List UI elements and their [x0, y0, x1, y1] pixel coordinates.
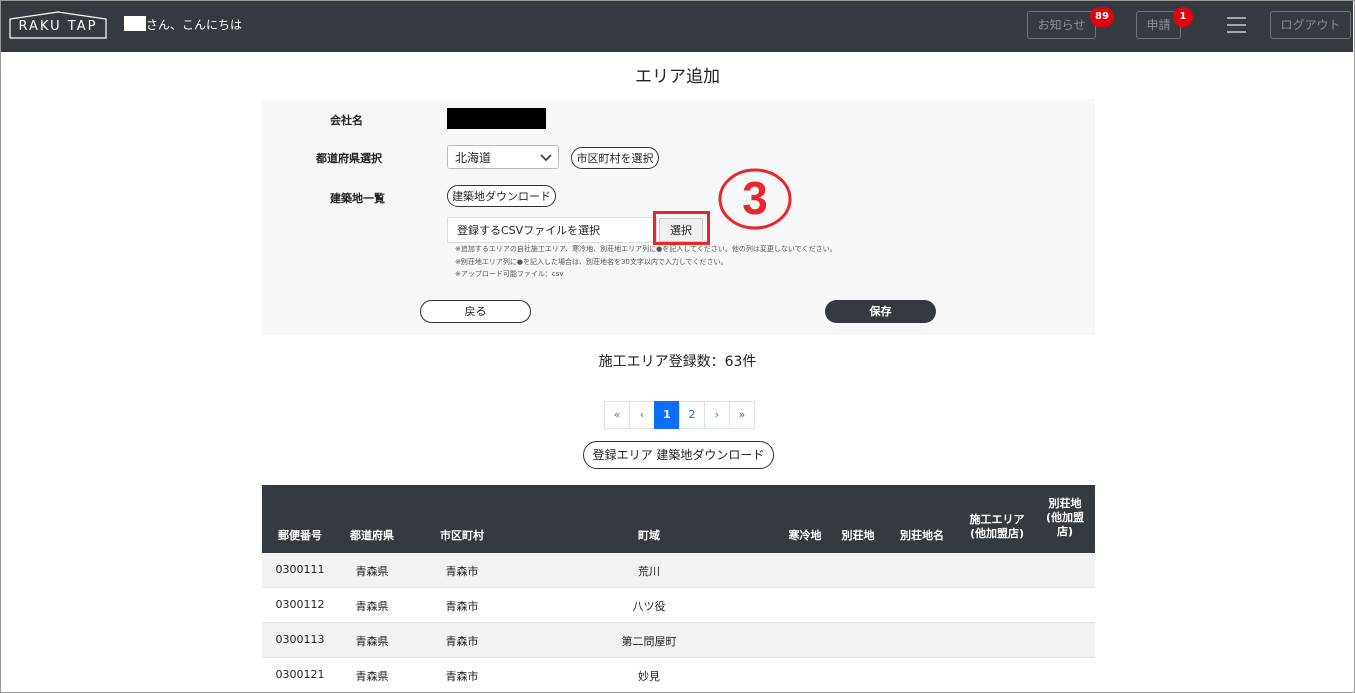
sites-download-button[interactable]: 建築地ダウンロード	[447, 185, 556, 207]
page-prev-button[interactable]: ‹	[629, 401, 655, 429]
col-zip: 郵便番号	[278, 529, 322, 542]
col-cold-region: 寒冷地	[788, 529, 822, 542]
col-area-other: 施工エリア (他加盟店)	[962, 513, 1032, 541]
col-prefecture: 都道府県	[350, 529, 394, 542]
cell-zip: 0300121	[275, 668, 325, 681]
note-line-3: ※アップロード可能ファイル：csv	[455, 270, 564, 278]
notices-badge: 89	[1090, 7, 1114, 27]
col-area-other-line1: 施工エリア	[969, 513, 1025, 526]
col-area-other-line2: (他加盟店)	[969, 527, 1025, 540]
pagination: « ‹ 1 2 › »	[604, 401, 755, 429]
csv-file-input[interactable]: 登録するCSVファイルを選択	[447, 217, 657, 243]
col-resort-other: 別荘地 (他加盟 店)	[1038, 497, 1092, 539]
note-line-2: ※別荘地エリア列に●を記入した場合は、別荘地名を30文字以内で入力してください。	[455, 258, 728, 266]
logo-text: RAKU TAP	[18, 19, 98, 34]
top-navbar: RAKU TAP さん、こんにちは お知らせ 89 申請 1 ログアウト	[1, 1, 1353, 52]
page-next-button[interactable]: ›	[704, 401, 730, 429]
prefecture-label: 都道府県選択	[316, 152, 382, 165]
cell-zip: 0300112	[275, 598, 325, 611]
page-first-button[interactable]: «	[604, 401, 630, 429]
col-town: 町域	[638, 529, 660, 542]
annotation-highlight-box	[653, 211, 710, 245]
raku-tap-logo[interactable]: RAKU TAP	[9, 11, 107, 39]
applications-badge: 1	[1173, 7, 1193, 27]
cell-zip: 0300113	[275, 633, 325, 646]
cell-city: 青森市	[445, 635, 479, 648]
logout-button[interactable]: ログアウト	[1270, 11, 1351, 39]
menu-icon[interactable]	[1227, 17, 1246, 33]
greeting-text: さん、こんにちは	[146, 18, 243, 32]
page-1-button[interactable]: 1	[654, 401, 680, 429]
prefecture-select[interactable]: 北海道	[447, 145, 559, 169]
col-city: 市区町村	[440, 529, 484, 542]
username-redacted	[124, 16, 146, 31]
table-row: 0300121 青森県 青森市 妙見	[262, 658, 1095, 693]
page-2-button[interactable]: 2	[679, 401, 705, 429]
prefecture-select-value: 北海道	[455, 151, 492, 165]
col-resort-name: 別荘地名	[900, 529, 944, 542]
chevron-down-icon	[539, 148, 553, 175]
page-last-button[interactable]: »	[729, 401, 755, 429]
cell-town: 第二問屋町	[621, 635, 677, 648]
annotation-step-number: 3	[742, 172, 768, 224]
cell-city: 青森市	[445, 565, 479, 578]
area-table: 郵便番号 都道府県 市区町村 町域 寒冷地 別荘地 別荘地名 施工エリア (他加…	[262, 485, 1095, 693]
cell-prefecture: 青森県	[355, 565, 389, 578]
save-button[interactable]: 保存	[825, 300, 936, 323]
back-button[interactable]: 戻る	[420, 300, 531, 323]
cell-town: 妙見	[638, 670, 660, 683]
cell-prefecture: 青森県	[355, 635, 389, 648]
page-title: エリア追加	[635, 67, 720, 87]
cell-town: 荒川	[638, 565, 660, 578]
notices-button[interactable]: お知らせ	[1027, 11, 1096, 39]
cell-city: 青森市	[445, 600, 479, 613]
download-registered-areas-button[interactable]: 登録エリア 建築地ダウンロード	[583, 441, 774, 469]
col-resort-other-line2: (他加盟	[1045, 511, 1085, 524]
company-label: 会社名	[330, 114, 363, 127]
select-city-button[interactable]: 市区町村を選択	[571, 147, 659, 169]
col-resort: 別荘地	[841, 529, 875, 542]
table-row: 0300111 青森県 青森市 荒川	[262, 553, 1095, 588]
table-header: 郵便番号 都道府県 市区町村 町域 寒冷地 別荘地 別荘地名 施工エリア (他加…	[262, 485, 1095, 553]
company-name-redacted	[447, 108, 546, 129]
cell-city: 青森市	[445, 670, 479, 683]
table-row: 0300112 青森県 青森市 八ツ役	[262, 588, 1095, 623]
annotation-step-badge: 3	[718, 168, 792, 230]
cell-town: 八ツ役	[632, 600, 666, 613]
cell-zip: 0300111	[275, 563, 325, 576]
table-row: 0300113 青森県 青森市 第二問屋町	[262, 623, 1095, 658]
note-line-1: ※追加するエリアの自社施工エリア、寒冷地、別荘地エリア列に●を記入してください。…	[455, 245, 837, 253]
cell-prefecture: 青森県	[355, 670, 389, 683]
sites-label: 建築地一覧	[330, 192, 385, 205]
col-resort-other-line3: 店)	[1056, 525, 1074, 538]
registered-area-count: 施工エリア登録数：63件	[598, 354, 757, 370]
col-resort-other-line1: 別荘地	[1048, 497, 1082, 510]
cell-prefecture: 青森県	[355, 600, 389, 613]
